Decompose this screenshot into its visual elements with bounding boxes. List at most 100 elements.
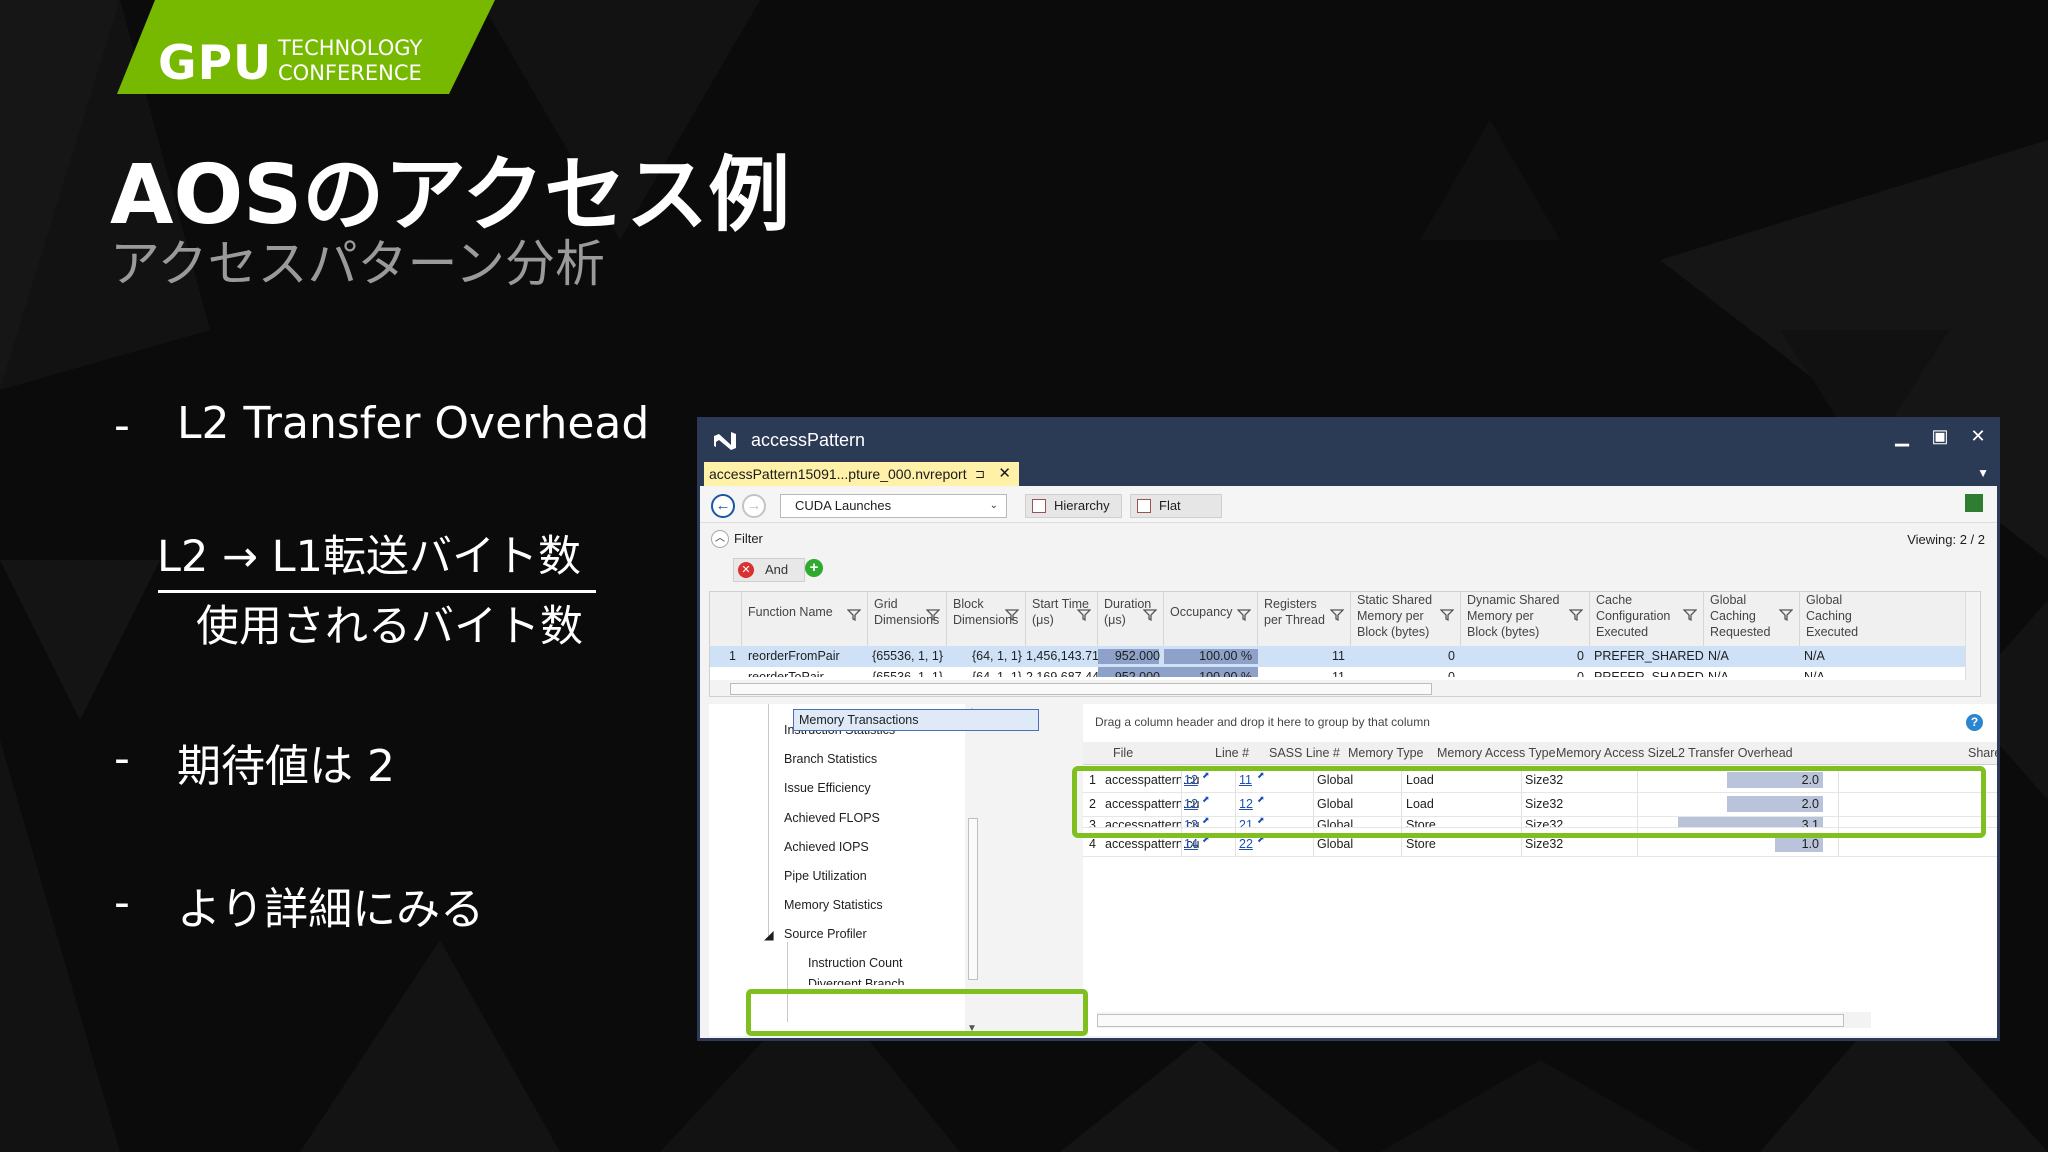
logo-line1: TECHNOLOGY — [278, 36, 423, 60]
launch-row-1[interactable]: 1 reorderFromPair {65536, 1, 1} {64, 1, … — [710, 646, 1980, 667]
header-block-dimensions[interactable]: Block Dimensions — [947, 592, 1026, 646]
help-icon[interactable]: ? — [1966, 714, 1983, 731]
forward-arrow-icon[interactable]: → — [742, 494, 766, 518]
scroll-thumb[interactable] — [730, 683, 1432, 695]
launch-table-vscroll[interactable] — [1965, 592, 1980, 680]
memory-table-hscroll[interactable] — [1097, 1012, 1871, 1028]
tree-vscroll[interactable]: ▲ ▼ — [965, 704, 979, 1036]
header-index — [710, 592, 742, 646]
launch-table: Function Name Grid Dimensions Block Dimens… — [709, 591, 1981, 697]
collapse-filter-icon[interactable]: ︿ — [711, 530, 729, 548]
tree-item-memory-transactions[interactable]: Memory Transactions — [793, 709, 1039, 731]
filter-row: ︿ Filter Viewing: 2 / 2 ✕ And + — [700, 522, 1997, 582]
duration-value: 952.000 — [1114, 649, 1160, 663]
and-filter-group[interactable]: ✕ And — [733, 558, 805, 582]
launch-table-hscroll[interactable] — [710, 680, 1980, 696]
tree-item-source-profiler[interactable]: Source Profiler — [784, 927, 867, 941]
access-pattern-window: accessPattern ▁ ▣ ✕ accessPattern15091..… — [697, 417, 2000, 1041]
mheader-memory-type[interactable]: Memory Type — [1348, 742, 1424, 764]
header-global-caching-executed[interactable]: Global Caching Executed — [1800, 592, 1966, 646]
tree-item-divergent-branch[interactable]: Divergent Branch — [808, 977, 905, 985]
grid-cell: {65536, 1, 1} — [872, 649, 943, 663]
filter-funnel-icon[interactable] — [1077, 608, 1091, 622]
header-static-shared[interactable]: Static Shared Memory per Block (bytes) — [1351, 592, 1461, 646]
hierarchy-button[interactable]: Hierarchy — [1025, 494, 1122, 518]
mheader-l2-transfer-overhead[interactable]: L2 Transfer Overhead — [1671, 742, 1793, 764]
static-shared-cell: 0 — [1448, 670, 1455, 677]
minimize-button[interactable]: ▁ — [1887, 426, 1917, 447]
add-filter-icon[interactable]: + — [805, 559, 823, 577]
header-global-caching-requested[interactable]: Global Caching Requested — [1704, 592, 1800, 646]
close-button[interactable]: ✕ — [1963, 426, 1993, 447]
chevron-down-icon: ⌄ — [989, 500, 998, 511]
tree-item-achieved-flops[interactable]: Achieved FLOPS — [784, 811, 880, 825]
occupancy-cell: 100.00 % — [1164, 646, 1258, 667]
occupancy-cell: 100.00 % — [1164, 667, 1258, 677]
registers-cell: 11 — [1332, 649, 1345, 663]
gc-requested-cell: N/A — [1708, 670, 1729, 677]
header-dynamic-shared[interactable]: Dynamic Shared Memory per Block (bytes) — [1461, 592, 1590, 646]
tab-overflow-arrow-icon[interactable]: ▼ — [1977, 466, 1989, 480]
dynamic-shared-cell: 0 — [1577, 670, 1584, 677]
header-occupancy[interactable]: Occupancy — [1164, 592, 1258, 646]
filter-funnel-icon[interactable] — [1683, 608, 1697, 622]
back-arrow-icon[interactable]: ← — [711, 494, 735, 518]
scroll-thumb[interactable] — [1097, 1014, 1844, 1027]
bullet-dash-3: - — [114, 877, 130, 928]
mheader-line[interactable]: Line # — [1215, 742, 1249, 764]
gc-executed-cell: N/A — [1804, 649, 1825, 663]
launch-row-2[interactable]: reorderToPair {65536, 1, 1} {64, 1, 1} 2… — [710, 667, 1980, 677]
mheader-file[interactable]: File — [1113, 742, 1133, 764]
tree-item-instruction-count[interactable]: Instruction Count — [808, 956, 903, 970]
pin-icon[interactable]: ⊐ — [975, 462, 985, 486]
header-cache-config[interactable]: Cache Configuration Executed — [1590, 592, 1704, 646]
row-index: 1 — [729, 649, 736, 663]
export-excel-icon[interactable] — [1965, 494, 1983, 512]
header-start-time[interactable]: Start Time (μs) — [1026, 592, 1098, 646]
hierarchy-icon — [1032, 499, 1046, 513]
bullet-2: 期待値は 2 — [177, 741, 395, 792]
dropdown-value: CUDA Launches — [795, 498, 892, 513]
filter-funnel-icon[interactable] — [847, 608, 861, 622]
header-duration[interactable]: Duration (μs) — [1098, 592, 1164, 646]
launch-table-header: Function Name Grid Dimensions Block Dimens… — [710, 592, 1980, 647]
gc-executed-cell: N/A — [1804, 670, 1825, 677]
duration-cell: 952.000 — [1098, 646, 1164, 667]
filter-funnel-icon[interactable] — [926, 608, 940, 622]
maximize-button[interactable]: ▣ — [1925, 426, 1955, 447]
tree-item-pipe-utilization[interactable]: Pipe Utilization — [784, 869, 867, 883]
tree-expand-icon[interactable]: ◢ — [764, 927, 774, 942]
tree-item-memory-statistics[interactable]: Memory Statistics — [784, 898, 883, 912]
document-tab[interactable]: accessPattern15091...pture_000.nvreport … — [704, 462, 1019, 486]
filter-funnel-icon[interactable] — [1143, 608, 1157, 622]
dynamic-shared-cell: 0 — [1577, 649, 1584, 663]
window-title: accessPattern — [751, 430, 866, 450]
launch-type-dropdown[interactable]: CUDA Launches ⌄ — [780, 494, 1007, 518]
mheader-memory-access-size[interactable]: Memory Access Size — [1556, 742, 1672, 764]
block-cell: {64, 1, 1} — [971, 670, 1022, 677]
static-shared-cell: 0 — [1448, 649, 1455, 663]
mheader-sass-line[interactable]: SASS Line # — [1269, 742, 1340, 764]
filter-funnel-icon[interactable] — [1569, 608, 1583, 622]
flat-button[interactable]: Flat — [1130, 494, 1222, 518]
tree-item-issue-efficiency[interactable]: Issue Efficiency — [784, 781, 871, 795]
filter-funnel-icon[interactable] — [1330, 608, 1344, 622]
filter-funnel-icon[interactable] — [1779, 608, 1793, 622]
filter-funnel-icon[interactable] — [1005, 608, 1019, 622]
header-registers[interactable]: Registers per Thread — [1258, 592, 1351, 646]
filter-funnel-icon[interactable] — [1440, 608, 1454, 622]
remove-filter-icon[interactable]: ✕ — [738, 562, 754, 578]
header-function-name[interactable]: Function Name — [742, 592, 868, 646]
registers-cell: 11 — [1332, 670, 1345, 677]
tree-item-branch-statistics[interactable]: Branch Statistics — [784, 752, 877, 766]
mheader-share[interactable]: Share — [1968, 742, 1997, 764]
tree-item-achieved-iops[interactable]: Achieved IOPS — [784, 840, 869, 854]
visual-studio-icon — [714, 432, 736, 450]
duration-cell: 952.000 — [1098, 667, 1164, 677]
fraction-numerator: L2 → L1転送バイト数 — [157, 532, 581, 582]
tab-close-icon[interactable]: ✕ — [998, 462, 1011, 486]
header-grid-dimensions[interactable]: Grid Dimensions — [868, 592, 947, 646]
mheader-memory-access-type[interactable]: Memory Access Type — [1437, 742, 1556, 764]
scroll-thumb[interactable] — [968, 818, 978, 980]
filter-funnel-icon[interactable] — [1237, 608, 1251, 622]
